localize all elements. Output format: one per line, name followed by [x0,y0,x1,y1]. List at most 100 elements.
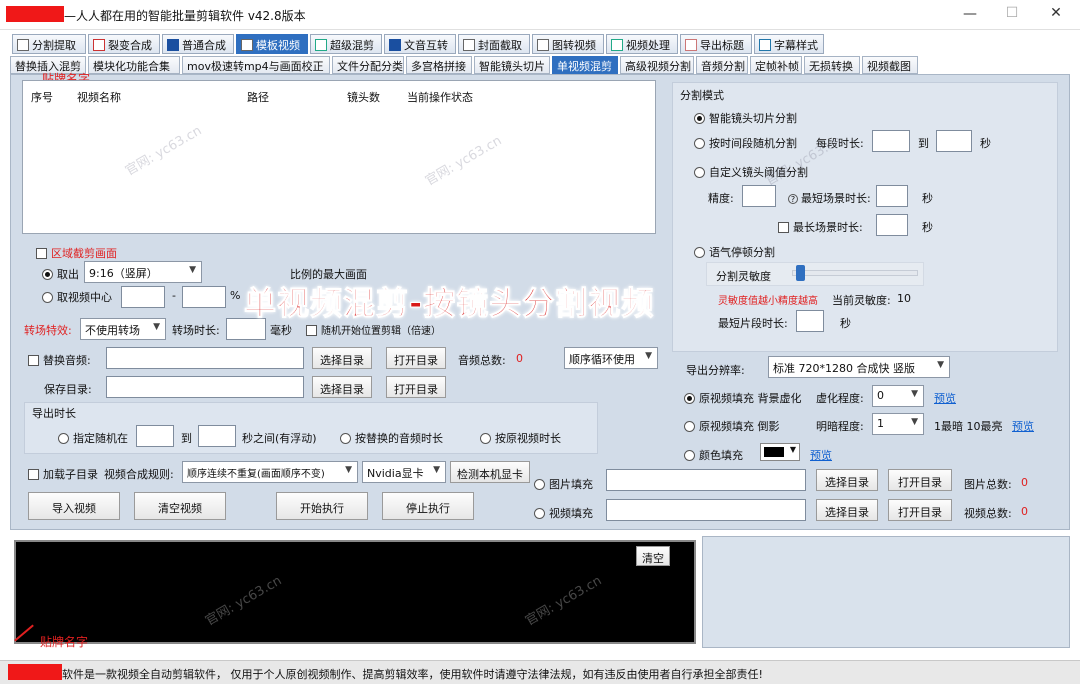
subtab-audio-split[interactable]: 音频分割 [696,56,748,74]
blur-select[interactable]: 0 ▼ [872,385,924,407]
segment-max-input[interactable] [936,130,972,152]
video-total-label: 视频总数: [964,507,1012,520]
subdir-checkbox[interactable]: 加载子目录 [28,466,98,482]
max-scene-checkbox[interactable]: 最长场景时长: [778,219,863,235]
chevron-down-icon: ▼ [789,445,796,454]
color-fill-radio[interactable]: 颜色填充 [684,447,743,463]
detect-gpu-button[interactable]: 检测本机显卡 [450,461,530,483]
img-fill-radio[interactable]: 图片填充 [534,476,593,492]
precision-label: 精度: [708,192,734,205]
fill-blur-radio[interactable]: 原视频填充 背景虚化 [684,390,802,406]
subtab-grid-stitch[interactable]: 多宫格拼接 [406,56,472,74]
bright-select[interactable]: 1 ▼ [872,413,924,435]
save-dir-input[interactable] [106,376,304,398]
by-video-radio[interactable]: 按原视频时长 [480,430,561,446]
fill-shadow-radio[interactable]: 原视频填充 倒影 [684,418,780,434]
tab-video-process[interactable]: 视频处理 [606,34,678,54]
chevron-down-icon: ▼ [645,351,652,361]
export-icon [685,39,697,51]
subtitle-icon [759,39,771,51]
subtab-file-assign[interactable]: 文件分配分类 [332,56,404,74]
rule-select[interactable]: 顺序连续不重复(画面顺序不变) ▼ [182,461,358,483]
center-radio[interactable]: 取视频中心 [42,289,112,305]
clear-video-button[interactable]: 清空视频 [134,492,226,520]
random-start-checkbox[interactable]: 随机开始位置剪辑（倍速） [306,322,441,337]
blur-label: 虚化程度: [816,392,864,405]
by-audio-radio[interactable]: 按替换的音频时长 [340,430,443,446]
subtab-screenshot[interactable]: 视频截图 [862,56,918,74]
smart-split-radio[interactable]: 智能镜头切片分割 [694,110,797,126]
subtab-lossless[interactable]: 无损转换 [804,56,860,74]
sensitivity-slider-thumb[interactable] [795,265,805,281]
subtab-frame-fix[interactable]: 定帧补帧 [750,56,802,74]
img-dir-input[interactable] [606,469,806,491]
tab-cover-capture[interactable]: 封面截取 [458,34,530,54]
minimize-button[interactable]: — [955,6,985,22]
tab-subtitle-style[interactable]: 字幕样式 [754,34,824,54]
close-button[interactable]: ✕ [1041,5,1071,21]
tab-super-mix[interactable]: 超级混剪 [310,34,382,54]
transition-select[interactable]: 不使用转场 ▼ [80,318,166,340]
segment-sec: 秒 [980,137,991,150]
tab-fission[interactable]: 裂变合成 [88,34,160,54]
template-icon [241,39,253,51]
save-select-button[interactable]: 选择目录 [312,376,372,398]
region-crop-checkbox[interactable]: 区域截剪画面 [36,245,117,261]
tab-normal-compose[interactable]: 普通合成 [162,34,234,54]
subtab-advanced-split[interactable]: 高级视频分割 [620,56,694,74]
video-fill-radio[interactable]: 视频填充 [534,505,593,521]
subtab-mov-convert[interactable]: mov极速转mp4与画面校正 [182,56,330,74]
subtab-single-mix[interactable]: 单视频混剪 [552,56,618,74]
time-split-radio[interactable]: 按时间段随机分割 [694,135,797,151]
duration-min-input[interactable] [136,425,174,447]
subtab-smart-slice[interactable]: 智能镜头切片 [474,56,550,74]
center-end-input[interactable] [182,286,226,308]
center-start-input[interactable] [121,286,165,308]
import-video-button[interactable]: 导入视频 [28,492,120,520]
video-select-button[interactable]: 选择目录 [816,499,878,521]
color-picker[interactable]: ▼ [760,443,800,461]
audio-select-button[interactable]: 选择目录 [312,347,372,369]
tab-split-extract[interactable]: 分割提取 [12,34,86,54]
video-open-button[interactable]: 打开目录 [888,499,952,521]
resolution-select[interactable]: 标准 720*1280 合成快 竖版 ▼ [768,356,950,378]
blur-preview-link[interactable]: 预览 [934,390,956,406]
audio-open-button[interactable]: 打开目录 [386,347,446,369]
maximize-button[interactable]: ☐ [997,5,1027,21]
gpu-select[interactable]: Nvidia显卡 ▼ [362,461,446,483]
status-bar: 软件是一款视频全自动剪辑软件， 仅用于个人原创视频制作、提高剪辑效率，使用软件时… [0,660,1080,684]
color-preview-link[interactable]: 预览 [810,447,832,463]
tab-export-title[interactable]: 导出标题 [680,34,752,54]
audio-total-label: 音频总数: [458,354,506,367]
min-scene-input[interactable] [876,185,908,207]
video-dir-input[interactable] [606,499,806,521]
wave-icon [315,39,327,51]
log-clear-button[interactable]: 清空 [636,546,670,566]
tab-image-to-video[interactable]: 图转视频 [532,34,604,54]
duration-max-input[interactable] [198,425,236,447]
random-duration-radio[interactable]: 指定随机在 [58,430,128,446]
start-button[interactable]: 开始执行 [276,492,368,520]
take-radio[interactable]: 取出 [42,266,79,282]
min-clip-input[interactable] [796,310,824,332]
img-open-button[interactable]: 打开目录 [888,469,952,491]
col-name: 视频名称 [77,91,121,104]
shadow-preview-link[interactable]: 预览 [1012,418,1034,434]
segment-min-input[interactable] [872,130,910,152]
subtab-modules[interactable]: 模块化功能合集 [88,56,180,74]
sensitivity-slider[interactable] [792,270,918,276]
ratio-select[interactable]: 9:16（竖屏） ▼ [84,261,202,283]
img-select-button[interactable]: 选择目录 [816,469,878,491]
audio-order-select[interactable]: 顺序循环使用 ▼ [564,347,658,369]
tab-template-video[interactable]: 模板视频 [236,34,308,54]
tone-split-radio[interactable]: 语气停顿分割 [694,244,775,260]
replace-audio-checkbox[interactable]: 替换音频: [28,352,91,368]
picture-icon [537,39,549,51]
stop-button[interactable]: 停止执行 [382,492,474,520]
max-scene-input[interactable] [876,214,908,236]
tab-text-audio[interactable]: 文音互转 [384,34,456,54]
video-list[interactable]: 序号 视频名称 路径 镜头数 当前操作状态 [22,80,656,234]
save-open-button[interactable]: 打开目录 [386,376,446,398]
sensitivity-hint: 灵敏度值越小精度越高 [718,296,818,307]
audio-dir-input[interactable] [106,347,304,369]
